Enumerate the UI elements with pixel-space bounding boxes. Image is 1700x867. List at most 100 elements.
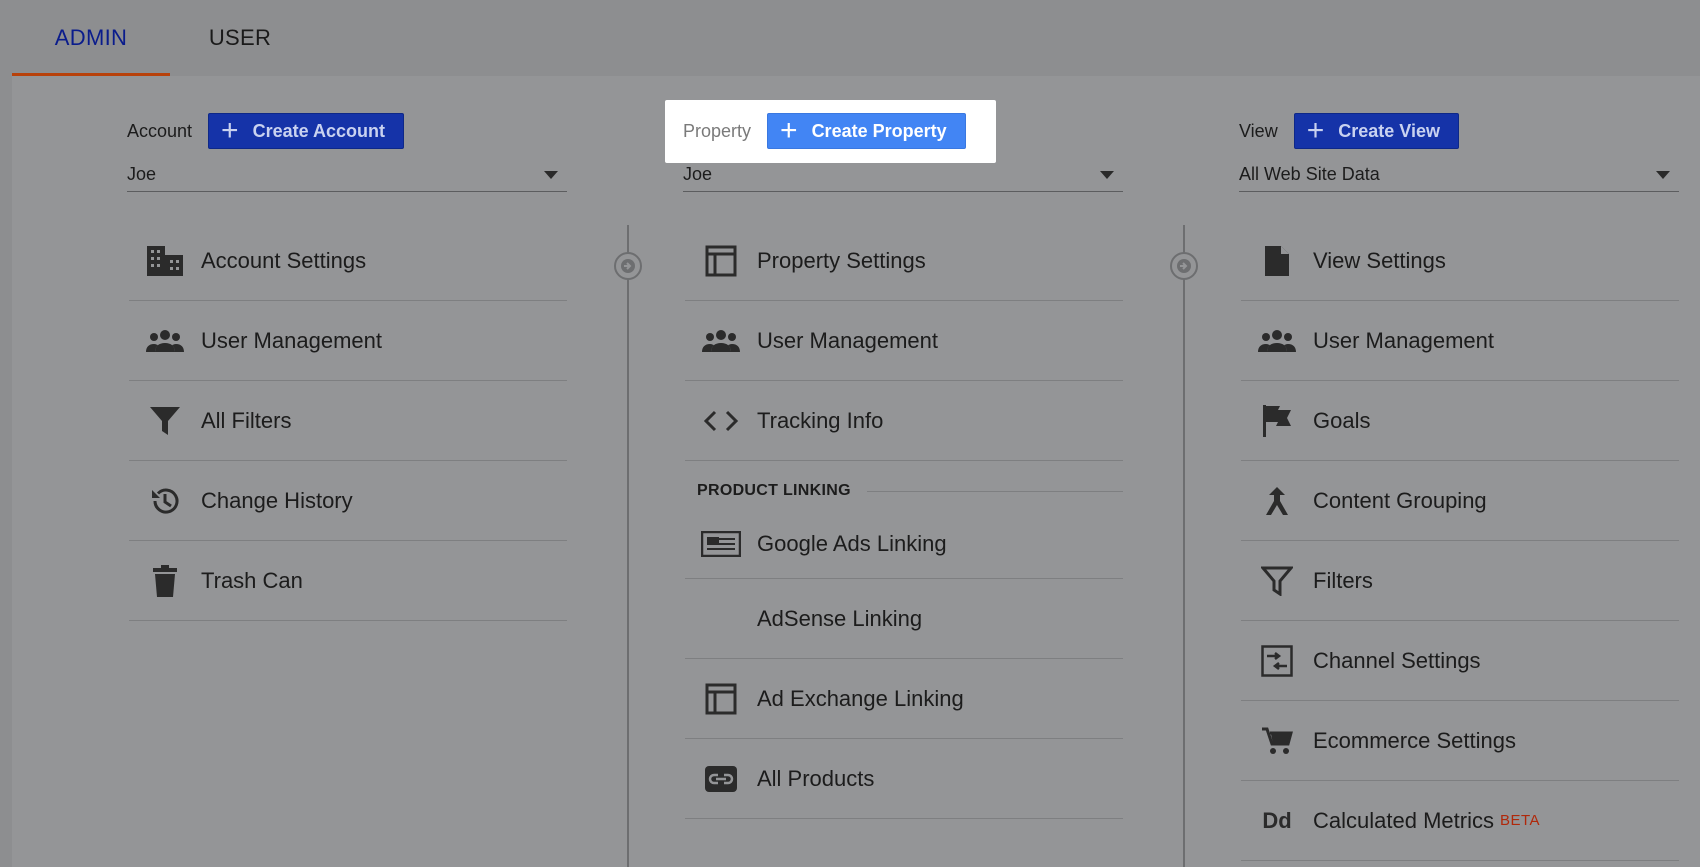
menu-item-all-filters[interactable]: All Filters: [129, 381, 567, 461]
account-select-value: Joe: [127, 164, 157, 184]
cart-icon: [1241, 726, 1313, 756]
menu-item-adsense-linking[interactable]: AdSense Linking: [685, 579, 1123, 659]
section-rule: [866, 490, 1123, 492]
admin-panel: Account + Create Account Joe Account Set…: [12, 76, 1700, 867]
create-account-button[interactable]: + Create Account: [208, 113, 404, 149]
people-icon: [1241, 329, 1313, 353]
menu-item-trash-can[interactable]: Trash Can: [129, 541, 567, 621]
arrow-right-icon: [614, 252, 642, 280]
ads-icon: [685, 530, 757, 557]
building-icon: [129, 245, 201, 277]
view-header: View + Create View: [1239, 113, 1459, 149]
property-column: Property + Create Property Joe Property …: [683, 76, 1123, 867]
menu-item-user-management[interactable]: User Management: [129, 301, 567, 381]
dd-icon: Dd: [1241, 808, 1313, 834]
menu-item-label: Content Grouping: [1313, 487, 1487, 513]
account-header: Account + Create Account: [127, 113, 404, 149]
menu-item-property-settings[interactable]: Property Settings: [685, 221, 1123, 301]
view-column: View + Create View All Web Site Data Vie…: [1239, 76, 1679, 867]
account-select[interactable]: Joe: [127, 158, 567, 192]
column-divider: [1183, 225, 1185, 867]
menu-item-label: Change History: [201, 487, 353, 513]
filter-icon: [1241, 566, 1313, 596]
beta-badge: BETA: [1499, 812, 1541, 829]
section-title: PRODUCT LINKING: [697, 482, 851, 499]
menu-item-all-products[interactable]: All Products: [685, 739, 1123, 819]
flag-icon: [1241, 404, 1313, 438]
code-icon: [685, 409, 757, 433]
menu-item-filters[interactable]: Filters: [1241, 541, 1679, 621]
create-property-button[interactable]: + Create Property: [767, 113, 966, 149]
menu-item-account-settings[interactable]: Account Settings: [129, 221, 567, 301]
menu-item-label: User Management: [201, 327, 382, 353]
trash-icon: [129, 564, 201, 598]
merge-icon: [1241, 485, 1313, 517]
dropdown-caret-icon: [1656, 170, 1670, 179]
menu-item-user-management[interactable]: User Management: [685, 301, 1123, 381]
menu-item-ad-exchange-linking[interactable]: Ad Exchange Linking: [685, 659, 1123, 739]
menu-item-label: User Management: [757, 327, 938, 353]
account-label: Account: [127, 120, 193, 141]
property-label: Property: [683, 120, 752, 141]
history-icon: [129, 485, 201, 517]
dropdown-caret-icon: [544, 170, 558, 179]
menu-item-label: Calculated Metrics: [1313, 807, 1494, 833]
menu-item-channel-settings[interactable]: Channel Settings: [1241, 621, 1679, 701]
menu-item-label: Goals: [1313, 407, 1371, 433]
menu-item-label: Channel Settings: [1313, 647, 1481, 673]
menu-item-view-settings[interactable]: View Settings: [1241, 221, 1679, 301]
create-view-button[interactable]: + Create View: [1293, 113, 1459, 149]
tab-admin[interactable]: ADMIN: [12, 0, 170, 76]
menu-item-label: View Settings: [1313, 247, 1446, 273]
arrow-right-icon: [1170, 252, 1198, 280]
property-select[interactable]: Joe: [683, 158, 1123, 192]
tab-user[interactable]: USER: [180, 0, 300, 76]
people-icon: [129, 329, 201, 353]
menu-item-content-grouping[interactable]: Content Grouping: [1241, 461, 1679, 541]
layout-icon: [685, 683, 757, 715]
create-view-label: Create View: [1338, 120, 1440, 141]
menu-item-label: AdSense Linking: [757, 605, 923, 631]
dd-icon-text: Dd: [1262, 807, 1292, 833]
menu-item-label: Filters: [1313, 567, 1373, 593]
menu-item-user-management[interactable]: User Management: [1241, 301, 1679, 381]
menu-item-goals[interactable]: Goals: [1241, 381, 1679, 461]
menu-item-label: Trash Can: [201, 567, 303, 593]
plus-icon: +: [1306, 114, 1325, 147]
menu-item-label: All Products: [757, 765, 875, 791]
filter-icon: [129, 405, 201, 437]
property-select-value: Joe: [683, 164, 713, 184]
menu-item-label: Tracking Info: [757, 407, 884, 433]
dropdown-caret-icon: [1100, 170, 1114, 179]
property-header: Property + Create Property: [683, 113, 966, 149]
menu-item-label: Google Ads Linking: [757, 530, 947, 556]
view-select[interactable]: All Web Site Data: [1239, 158, 1679, 192]
menu-item-label: Ad Exchange Linking: [757, 685, 964, 711]
layout-icon: [685, 245, 757, 277]
product-linking-heading: PRODUCT LINKING: [685, 473, 1123, 509]
view-label: View: [1239, 120, 1278, 141]
menu-item-label: Property Settings: [757, 247, 926, 273]
view-select-value: All Web Site Data: [1239, 164, 1380, 184]
create-property-label: Create Property: [811, 120, 947, 141]
account-menu: Account Settings User Management All Fil…: [129, 221, 567, 621]
menu-item-ecommerce-settings[interactable]: Ecommerce Settings: [1241, 701, 1679, 781]
view-menu: View Settings User Management Goals Cont…: [1241, 221, 1679, 861]
plus-icon: +: [221, 114, 239, 147]
link-icon: [685, 765, 757, 793]
menu-item-calculated-metrics[interactable]: Dd Calculated Metrics BETA: [1241, 781, 1679, 861]
property-menu: Property Settings User Management Tracki…: [685, 221, 1123, 819]
menu-item-google-ads-linking[interactable]: Google Ads Linking: [685, 509, 1123, 579]
tab-bar: ADMIN USER: [0, 0, 1700, 76]
channel-icon: [1241, 644, 1313, 677]
menu-item-label: User Management: [1313, 327, 1494, 353]
menu-item-tracking-info[interactable]: Tracking Info: [685, 381, 1123, 461]
column-divider: [627, 225, 629, 867]
create-account-label: Create Account: [252, 120, 385, 141]
menu-item-label: All Filters: [201, 407, 292, 433]
menu-item-label: Ecommerce Settings: [1313, 727, 1516, 753]
menu-item-change-history[interactable]: Change History: [129, 461, 567, 541]
menu-item-label: Account Settings: [201, 247, 367, 273]
account-column: Account + Create Account Joe Account Set…: [127, 76, 567, 867]
plus-icon: +: [780, 114, 798, 147]
